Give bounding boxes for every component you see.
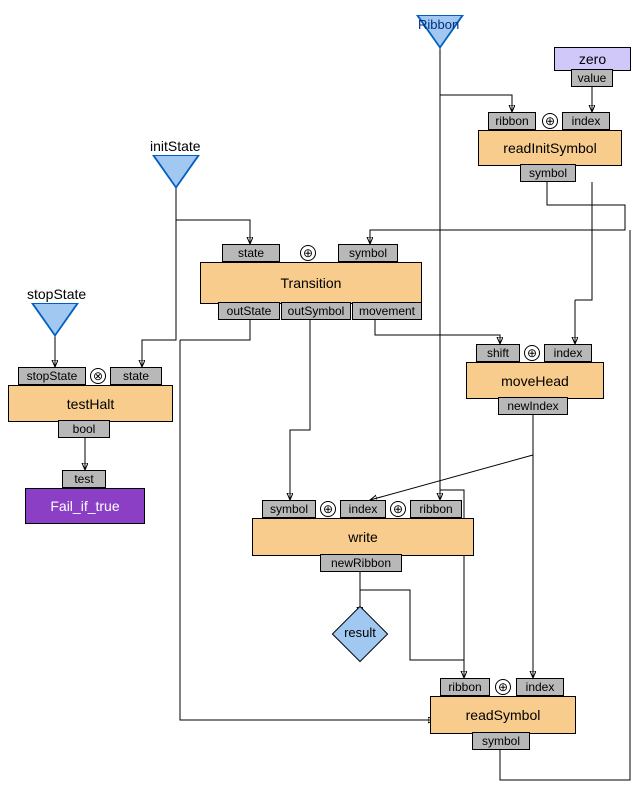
write-op2: ⊕	[390, 501, 406, 517]
readsymbol-ribbon-port: ribbon	[440, 678, 490, 696]
failiftrue-node: Fail_if_true	[25, 488, 145, 524]
initstate-triangle-inner	[155, 156, 197, 186]
transition-title: Transition	[281, 275, 342, 291]
fail-test-port: test	[62, 470, 106, 488]
testhalt-title: testHalt	[67, 396, 114, 412]
transition-state-port: state	[222, 244, 280, 262]
write-ribbon-port: ribbon	[410, 500, 462, 518]
result-diamond	[332, 606, 389, 663]
testhalt-op: ⊗	[90, 368, 106, 384]
zero-node: zero	[554, 47, 631, 71]
testhalt-bool-port: bool	[58, 420, 110, 438]
zero-value-port: value	[571, 69, 613, 87]
readinitsymbol-title: readInitSymbol	[503, 140, 596, 156]
transition-outsymbol-port: outSymbol	[281, 302, 351, 320]
write-op1: ⊕	[320, 501, 336, 517]
movehead-index-port: index	[544, 344, 592, 362]
readsymbol-symbol-port: symbol	[472, 732, 530, 750]
write-symbol-port: symbol	[262, 500, 316, 518]
stopstate-triangle-inner	[34, 304, 76, 334]
transition-movement-port: movement	[352, 302, 422, 320]
readinit-symbol-port: symbol	[520, 164, 576, 182]
movehead-shift-port: shift	[476, 344, 520, 362]
write-title: write	[348, 529, 378, 545]
readinit-op: ⊕	[542, 113, 558, 129]
testhalt-state-port: state	[110, 367, 162, 385]
failiftrue-title: Fail_if_true	[50, 498, 119, 514]
movehead-op: ⊕	[524, 345, 540, 361]
stopstate-label: stopState	[27, 286, 86, 302]
transition-node: Transition	[200, 262, 422, 304]
testhalt-stopstate-port: stopState	[18, 367, 86, 385]
write-index-port: index	[340, 500, 386, 518]
movehead-newindex-port: newIndex	[498, 397, 568, 415]
transition-symbol-port: symbol	[338, 244, 398, 262]
readsymbol-title: readSymbol	[466, 707, 541, 723]
readinit-index-port: index	[562, 112, 610, 130]
ribbon-label: Ribbon	[418, 17, 459, 32]
transition-op: ⊕	[300, 245, 316, 261]
movehead-title: moveHead	[501, 373, 569, 389]
readsymbol-node: readSymbol	[430, 696, 576, 734]
write-newribbon-port: newRibbon	[320, 554, 402, 572]
readsymbol-index-port: index	[516, 678, 564, 696]
readinitsymbol-node: readInitSymbol	[478, 130, 622, 166]
readinit-ribbon-port: ribbon	[488, 112, 536, 130]
zero-label: zero	[579, 51, 606, 67]
transition-outstate-port: outState	[218, 302, 280, 320]
readsymbol-op: ⊕	[495, 679, 511, 695]
initstate-label: initState	[150, 138, 201, 154]
testhalt-node: testHalt	[8, 385, 173, 422]
write-node: write	[252, 518, 474, 556]
movehead-node: moveHead	[466, 362, 604, 399]
